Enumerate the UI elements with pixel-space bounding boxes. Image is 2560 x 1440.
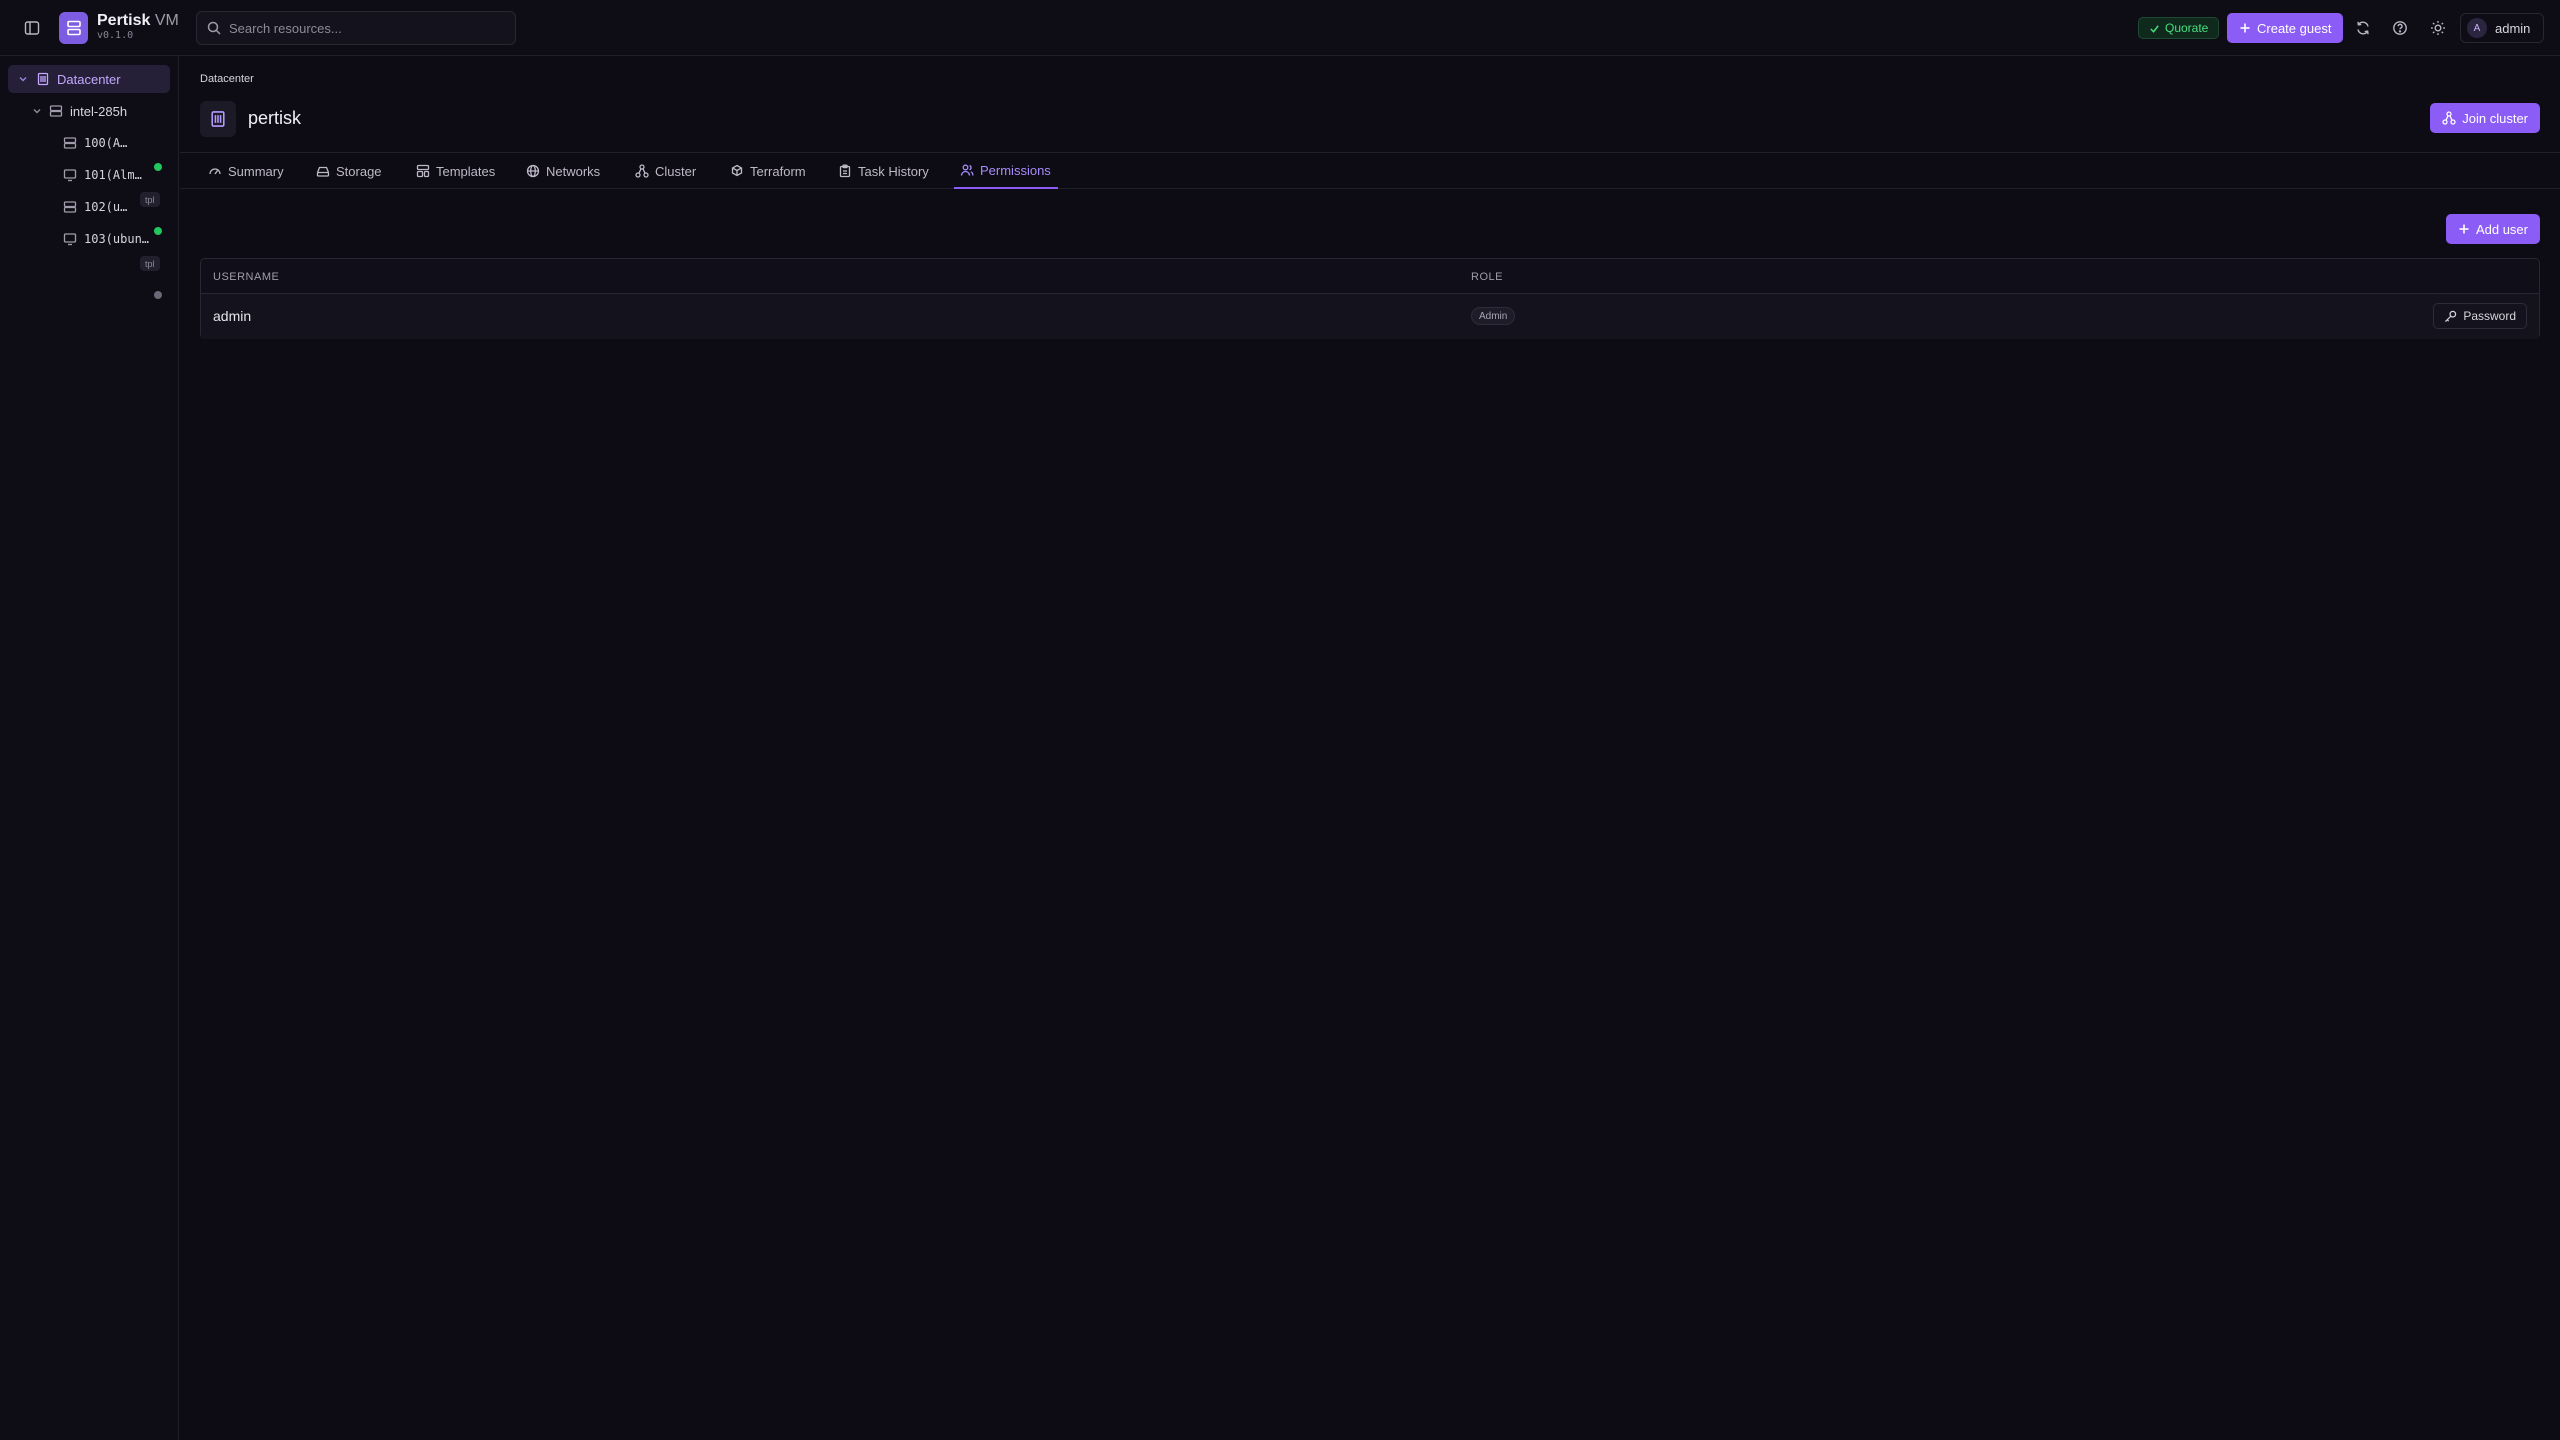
sidebar: Datacenter intel-285h 100(A… tpl 101(Alm… <box>0 56 179 1440</box>
template-icon <box>63 136 77 150</box>
guest-label: 100(A… <box>84 136 128 150</box>
app-name: Pertisk VM <box>97 12 179 30</box>
app-suffix: VM <box>154 12 179 29</box>
help-icon[interactable] <box>2386 14 2414 42</box>
app-logo-icon <box>59 12 88 44</box>
tab-templates[interactable]: Templates <box>416 153 495 189</box>
app-version: v0.1.0 <box>97 30 134 41</box>
sidebar-item-datacenter[interactable]: Datacenter <box>8 65 170 93</box>
search-box[interactable] <box>196 11 516 45</box>
sidebar-item-guest-102[interactable]: 102(u… <box>8 193 170 221</box>
tab-permissions[interactable]: Permissions <box>954 153 1058 189</box>
join-cluster-label: Join cluster <box>2462 110 2528 126</box>
tab-label: Permissions <box>980 162 1051 178</box>
tab-label: Templates <box>436 163 496 179</box>
sidebar-item-node[interactable]: intel-285h <box>8 97 170 125</box>
tab-task-history[interactable]: Task History <box>838 153 929 189</box>
avatar: A <box>2467 18 2487 38</box>
create-guest-label: Create guest <box>2257 20 2332 36</box>
globe-icon <box>526 164 540 178</box>
plus-icon <box>2458 223 2470 235</box>
tab-cluster[interactable]: Cluster <box>635 153 696 189</box>
check-icon <box>2149 23 2160 34</box>
breadcrumb[interactable]: Datacenter <box>200 73 254 85</box>
password-label: Password <box>2463 309 2516 323</box>
gauge-icon <box>208 164 222 178</box>
key-icon <box>2444 310 2457 323</box>
tab-label: Task History <box>858 163 929 179</box>
tab-label: Terraform <box>750 163 806 179</box>
search-input[interactable] <box>229 20 499 36</box>
add-user-label: Add user <box>2475 221 2528 237</box>
guest-label: 103(ubun… <box>84 232 150 246</box>
add-user-button[interactable]: Add user <box>2445 214 2540 244</box>
monitor-icon <box>63 168 77 182</box>
table-header: USERNAME ROLE <box>201 259 2539 294</box>
tab-label: Networks <box>546 163 601 179</box>
node-label: intel-285h <box>70 104 128 119</box>
role-badge: Admin <box>1471 307 1516 325</box>
users-icon <box>960 163 974 177</box>
building-icon <box>36 72 50 86</box>
guest-status-dot <box>154 291 162 299</box>
plus-icon <box>2239 22 2251 34</box>
user-menu-button[interactable]: A admin <box>2460 13 2544 43</box>
tab-networks[interactable]: Networks <box>526 153 600 189</box>
app-name-text: Pertisk <box>97 12 151 29</box>
cluster-icon <box>635 164 649 178</box>
chevron-down-icon[interactable] <box>18 74 28 84</box>
users-table: USERNAME ROLE admin Admin Password <box>200 258 2540 339</box>
column-header-username[interactable]: USERNAME <box>213 271 279 283</box>
password-button[interactable]: Password <box>2433 303 2527 329</box>
cluster-icon <box>2442 111 2456 125</box>
sidebar-toggle-icon[interactable] <box>18 14 46 42</box>
terraform-icon <box>730 164 744 178</box>
datacenter-label: Datacenter <box>57 72 121 87</box>
theme-toggle-icon[interactable] <box>2424 14 2452 42</box>
refresh-icon[interactable] <box>2349 14 2377 42</box>
top-bar: Pertisk VM v0.1.0 Quorate Create guest A… <box>0 0 2560 56</box>
tab-storage[interactable]: Storage <box>316 153 382 189</box>
user-name: admin <box>2495 20 2531 36</box>
main-content: Datacenter pertisk Join cluster Summary … <box>180 56 2560 1440</box>
guest-label: 102(u… <box>84 200 128 214</box>
username-cell: admin <box>213 308 252 324</box>
tab-summary[interactable]: Summary <box>208 153 284 189</box>
tab-terraform[interactable]: Terraform <box>730 153 806 189</box>
create-guest-button[interactable]: Create guest <box>2227 13 2344 43</box>
join-cluster-button[interactable]: Join cluster <box>2430 103 2540 133</box>
clipboard-icon <box>838 164 852 178</box>
server-icon <box>49 104 63 118</box>
building-icon <box>200 101 236 137</box>
guest-label: 101(Alm… <box>84 168 142 182</box>
search-icon <box>207 21 221 35</box>
sidebar-item-guest-101[interactable]: 101(Alm… <box>8 161 170 189</box>
tab-label: Storage <box>336 163 382 179</box>
sidebar-item-guest-103[interactable]: 103(ubun… <box>8 225 170 253</box>
quorate-label: Quorate <box>2165 21 2209 35</box>
monitor-icon <box>63 232 77 246</box>
template-icon <box>63 200 77 214</box>
table-row: admin Admin Password <box>201 294 2539 339</box>
chevron-down-icon[interactable] <box>32 106 42 116</box>
column-header-role[interactable]: ROLE <box>1471 271 1503 283</box>
quorate-badge: Quorate <box>2138 17 2220 39</box>
page-title: pertisk <box>248 108 302 128</box>
tab-label: Cluster <box>655 163 697 179</box>
template-icon <box>416 164 430 178</box>
tab-bar: Summary Storage Templates Networks Clust… <box>180 152 2560 189</box>
hard-drive-icon <box>316 164 330 178</box>
template-badge: tpl <box>140 256 160 271</box>
tab-label: Summary <box>228 163 284 179</box>
sidebar-item-guest-100[interactable]: 100(A… <box>8 129 170 157</box>
